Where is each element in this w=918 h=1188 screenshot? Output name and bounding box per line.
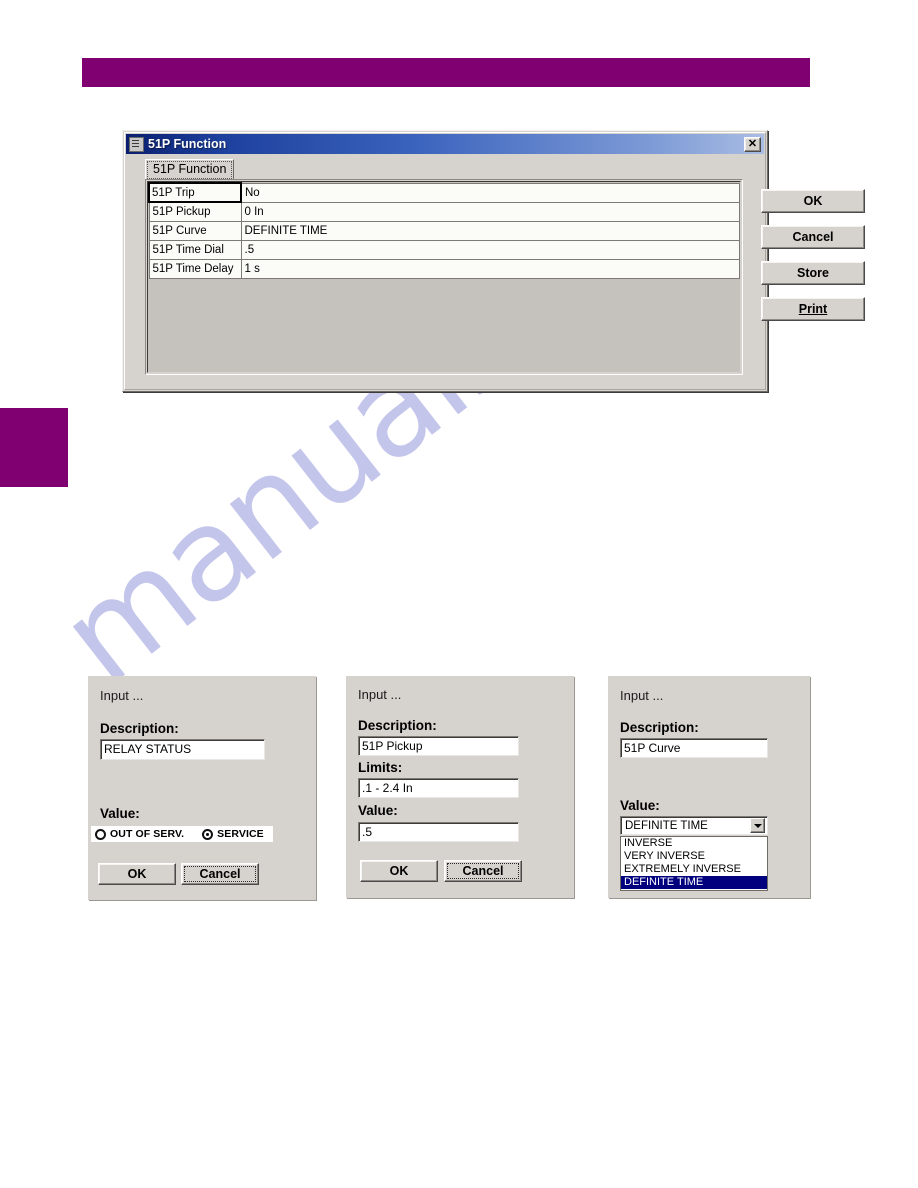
- table-filler-cell: [149, 278, 740, 368]
- chevron-down-icon[interactable]: [750, 818, 765, 833]
- setting-name-cell[interactable]: 51P Time Dial: [148, 239, 242, 260]
- page-header-band: [82, 58, 810, 87]
- input3-description-field[interactable]: 51P Curve: [620, 738, 768, 758]
- setting-value-cell[interactable]: No: [240, 182, 740, 203]
- combobox-option[interactable]: INVERSE: [621, 837, 767, 850]
- radio-out-of-service-dot: [95, 828, 106, 840]
- radio-service-dot: [202, 828, 214, 840]
- table-row[interactable]: 51P Curve DEFINITE TIME: [148, 220, 740, 241]
- combobox-option[interactable]: VERY INVERSE: [621, 850, 767, 863]
- curve-combobox-value: DEFINITE TIME: [625, 819, 708, 832]
- setting-name-cell[interactable]: 51P Curve: [148, 220, 242, 241]
- setting-name-cell[interactable]: 51P Trip: [148, 182, 242, 203]
- table-row[interactable]: 51P Pickup 0 In: [148, 201, 740, 222]
- combobox-option[interactable]: DEFINITE TIME: [621, 876, 767, 889]
- table-row[interactable]: 51P Trip No: [148, 182, 740, 203]
- input2-description-field[interactable]: 51P Pickup: [358, 736, 519, 756]
- settings-grid-panel: 51P Trip No 51P Pickup 0 In 51P Curve DEFINIT…: [145, 179, 743, 375]
- input2-limits-label: Limits:: [358, 760, 403, 775]
- radio-service-label: SERVICE: [217, 828, 264, 840]
- page-sidebar-tab: [0, 408, 68, 487]
- input2-description-label: Description:: [358, 718, 437, 733]
- setting-value-cell[interactable]: .5: [240, 239, 740, 260]
- input1-cancel-label: Cancel: [199, 867, 241, 881]
- cancel-button[interactable]: Cancel: [761, 225, 865, 249]
- dialog-title: 51P Function: [148, 137, 227, 151]
- input3-value-label: Value:: [620, 798, 660, 813]
- input2-value-field[interactable]: .5: [358, 822, 519, 842]
- table-row[interactable]: 51P Time Dial .5: [148, 239, 740, 260]
- tab-strip: 51P Function: [145, 159, 235, 179]
- curve-combobox[interactable]: DEFINITE TIME: [620, 816, 768, 835]
- close-icon[interactable]: ✕: [744, 136, 761, 152]
- input-dialog-51p-curve: Input ... Description: 51P Curve Value: …: [608, 676, 810, 898]
- input1-title: Input ...: [100, 688, 144, 703]
- input3-title: Input ...: [620, 688, 664, 703]
- input2-value-label: Value:: [358, 803, 398, 818]
- table-filler-row: [149, 278, 740, 368]
- input-dialog-51p-pickup: Input ... Description: 51P Pickup Limits…: [346, 676, 574, 898]
- input2-title: Input ...: [358, 687, 402, 702]
- input2-cancel-label: Cancel: [462, 864, 504, 878]
- application-icon: [129, 136, 144, 152]
- input1-description-field[interactable]: RELAY STATUS: [100, 739, 265, 760]
- setting-value-cell[interactable]: DEFINITE TIME: [240, 220, 740, 241]
- settings-grid-body: 51P Trip No 51P Pickup 0 In 51P Curve DEFINIT…: [148, 182, 740, 368]
- input1-description-label: Description:: [100, 721, 179, 736]
- curve-combobox-list[interactable]: INVERSE VERY INVERSE EXTREMELY INVERSE DEFI…: [620, 836, 768, 891]
- input-dialog-relay-status: Input ... Description: RELAY STATUS Valu…: [88, 676, 316, 900]
- page-canvas: manualshive.com 51P Function ✕ 51P Funct…: [0, 0, 918, 1188]
- radio-service[interactable]: SERVICE: [202, 828, 264, 840]
- settings-grid-inner: 51P Trip No 51P Pickup 0 In 51P Curve DEFINIT…: [147, 181, 741, 373]
- table-row[interactable]: 51P Time Delay 1 s: [148, 258, 740, 279]
- input2-limits-field[interactable]: .1 - 2.4 In: [358, 778, 519, 798]
- setting-name-cell[interactable]: 51P Time Delay: [148, 258, 242, 279]
- ok-button[interactable]: OK: [761, 189, 865, 213]
- input1-ok-button[interactable]: OK: [98, 863, 176, 885]
- 51p-function-dialog: 51P Function ✕ 51P Function 51P Trip No 51…: [122, 130, 865, 392]
- setting-name-cell[interactable]: 51P Pickup: [148, 201, 242, 222]
- dialog-titlebar[interactable]: 51P Function ✕: [126, 134, 764, 154]
- input1-value-label: Value:: [100, 806, 140, 821]
- radio-out-of-service[interactable]: OUT OF SERV.: [95, 828, 184, 840]
- settings-grid: 51P Trip No 51P Pickup 0 In 51P Curve DEFINIT…: [148, 182, 740, 368]
- input2-cancel-button[interactable]: Cancel: [444, 860, 522, 882]
- setting-value-cell[interactable]: 1 s: [240, 258, 740, 279]
- input1-cancel-button[interactable]: Cancel: [181, 863, 259, 885]
- setting-value-cell[interactable]: 0 In: [240, 201, 740, 222]
- print-button-label: Print: [798, 302, 828, 316]
- radio-out-of-service-label: OUT OF SERV.: [110, 828, 185, 840]
- combobox-option[interactable]: EXTREMELY INVERSE: [621, 863, 767, 876]
- print-button[interactable]: Print: [761, 297, 865, 321]
- store-button[interactable]: Store: [761, 261, 865, 285]
- input3-description-label: Description:: [620, 720, 699, 735]
- input2-ok-button[interactable]: OK: [360, 860, 438, 882]
- tab-focus-ring: [147, 161, 233, 179]
- input1-radio-group: OUT OF SERV. SERVICE: [91, 826, 273, 842]
- tab-51p-function[interactable]: 51P Function: [145, 159, 235, 179]
